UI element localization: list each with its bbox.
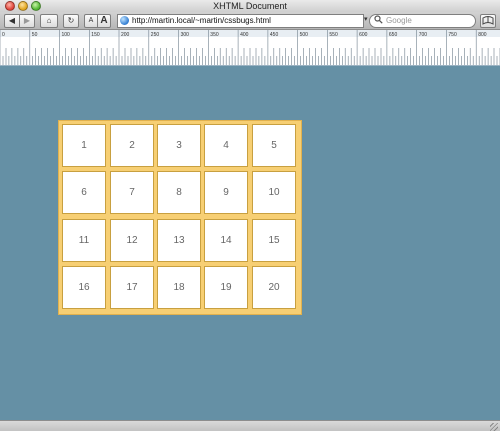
ruler-label: 150 [91, 32, 100, 38]
ruler-label: 350 [210, 32, 219, 38]
ruler-label: 650 [389, 32, 398, 38]
grid-cell: 7 [110, 171, 154, 214]
ruler-label: 100 [62, 32, 71, 38]
address-url: http://martin.local/~martin/cssbugs.html [132, 16, 271, 25]
grid-cell: 11 [62, 219, 106, 262]
ruler-label: 300 [181, 32, 190, 38]
address-bar[interactable]: http://martin.local/~martin/cssbugs.html [117, 14, 364, 28]
grid-cell: 5 [252, 124, 296, 167]
ruler-label: 450 [270, 32, 279, 38]
grid-cell: 20 [252, 266, 296, 309]
grid-cell: 9 [204, 171, 248, 214]
grid-cell: 6 [62, 171, 106, 214]
pixel-ruler: 0 50 100 150 200 250 300 350 400 450 500 550 600 650 7… [0, 30, 500, 66]
browser-window: XHTML Document ◀ ▶ ⌂ ↻ A A http://martin… [0, 0, 500, 431]
grid-cell: 13 [157, 219, 201, 262]
ruler-label: 800 [478, 32, 487, 38]
reload-button[interactable]: ↻ [63, 14, 79, 28]
bookmarks-icon [482, 16, 494, 25]
search-field[interactable]: Google [369, 14, 476, 28]
ruler-label: 600 [359, 32, 368, 38]
grid-cell: 3 [157, 124, 201, 167]
ruler-label: 0 [2, 32, 5, 38]
grid-cell: 18 [157, 266, 201, 309]
grid-cell: 16 [62, 266, 106, 309]
text-smaller-button[interactable]: A [84, 14, 98, 28]
grid-cell: 15 [252, 219, 296, 262]
grid-cell: 1 [62, 124, 106, 167]
ruler-label: 50 [32, 32, 38, 38]
magnifier-icon [374, 15, 383, 28]
grid-cell: 4 [204, 124, 248, 167]
grid-cell: 2 [110, 124, 154, 167]
ruler-label: 200 [121, 32, 130, 38]
back-button[interactable]: ◀ [4, 14, 20, 28]
ruler-label: 750 [448, 32, 457, 38]
home-button[interactable]: ⌂ [40, 14, 58, 28]
ruler-label: 400 [240, 32, 249, 38]
bookmarks-button[interactable] [480, 14, 496, 28]
text-bigger-button[interactable]: A [97, 14, 111, 28]
resize-handle-icon[interactable] [490, 423, 498, 431]
number-grid: 1 2 3 4 5 6 7 8 9 10 11 12 13 14 15 16 17 18 19 20 [58, 120, 302, 315]
grid-cell: 19 [204, 266, 248, 309]
ruler-label: 550 [329, 32, 338, 38]
grid-cell: 10 [252, 171, 296, 214]
globe-icon [120, 16, 129, 25]
grid-cell: 12 [110, 219, 154, 262]
status-bar [0, 420, 500, 431]
grid-cell: 17 [110, 266, 154, 309]
forward-button[interactable]: ▶ [19, 14, 35, 28]
ruler-ticks: 0 50 100 150 200 250 300 350 400 450 500 550 600 650 7… [0, 30, 500, 65]
grid-cell: 14 [204, 219, 248, 262]
ruler-label: 500 [300, 32, 309, 38]
search-placeholder: Google [386, 16, 412, 25]
ruler-label: 250 [151, 32, 160, 38]
title-bar: XHTML Document [0, 0, 500, 12]
browser-toolbar: ◀ ▶ ⌂ ↻ A A http://martin.local/~martin/… [0, 12, 500, 30]
grid-cell: 8 [157, 171, 201, 214]
ruler-label: 700 [419, 32, 428, 38]
url-history-dropdown-icon[interactable]: ▾ [364, 15, 368, 23]
window-title: XHTML Document [213, 1, 287, 11]
